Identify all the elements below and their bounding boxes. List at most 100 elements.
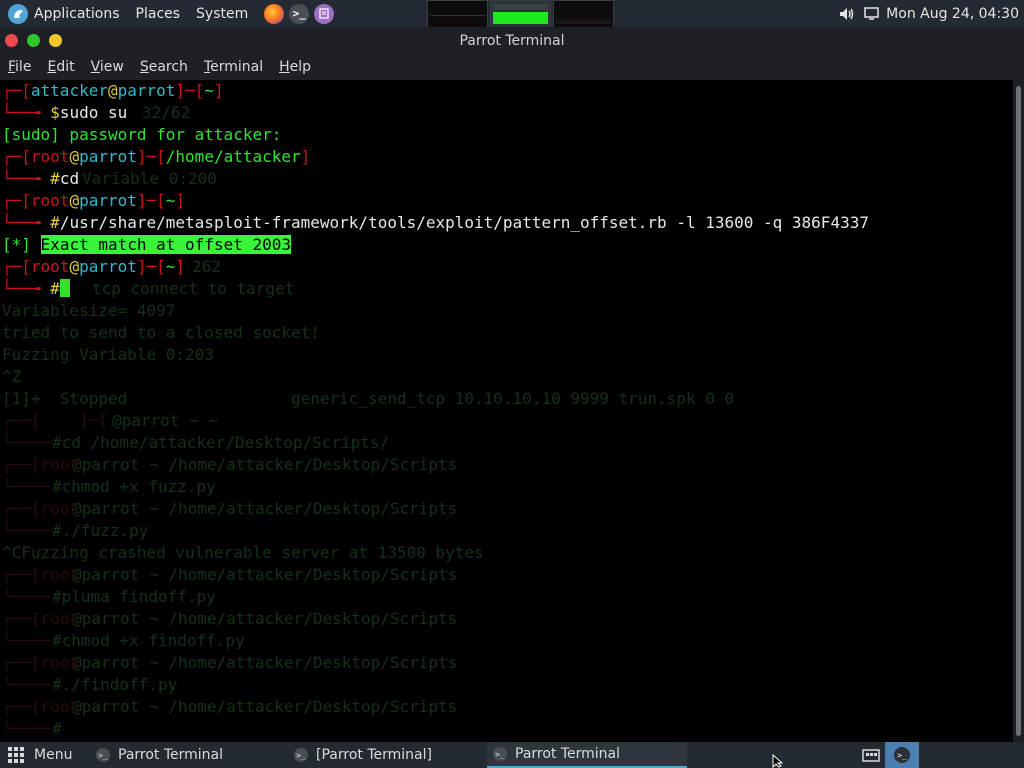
ghost-frame: └──── [2, 631, 51, 650]
terminal-icon: >_ [493, 747, 507, 761]
terminal-icon: >_ [294, 748, 308, 762]
ghost-line: @parrot ~ /home/attacker/Desktop/Scripts [72, 609, 458, 628]
menu-help[interactable]: Help [271, 59, 319, 75]
ghost-line: Variablesize= 4097 [2, 301, 176, 320]
menu-label: Menu [34, 747, 73, 763]
ghost-line: [1]+ Stopped generic_send_tcp 10.10.10.1… [2, 389, 735, 408]
ghost-frame: ┌──[root [2, 653, 80, 672]
bottom-panel: Menu >_ Parrot Terminal >_ [Parrot Termi… [0, 742, 1024, 768]
ghost-line: tcp connect to target [92, 279, 295, 298]
prompt-host: parrot [79, 147, 137, 166]
ghost-line: @parrot ~ /home/attacker/Desktop/Scripts [72, 455, 458, 474]
display-icon[interactable] [862, 5, 880, 23]
ghost-frame: └──── [2, 719, 51, 738]
ghost-line: #chmod +x findoff.py [52, 631, 245, 650]
ghost-frame: └──── [2, 587, 51, 606]
prompt-symbol: $ [50, 103, 60, 122]
workspace-1[interactable] [427, 0, 488, 28]
workspace-2[interactable] [490, 0, 551, 28]
applications-menu[interactable]: Applications [0, 0, 136, 27]
clock[interactable]: Mon Aug 24, 04:30 [886, 6, 1019, 22]
terminal-icon: >_ [96, 748, 110, 762]
prompt-symbol: # [50, 279, 60, 298]
ghost-line: #./findoff.py [52, 675, 178, 694]
ghost-frame: └──── [2, 433, 51, 452]
menu-view[interactable]: View [83, 59, 132, 75]
ghost-frame: ┌──[root [2, 499, 80, 518]
ghost-line: @parrot ~ ~ [112, 411, 218, 430]
command-text: sudo su [59, 103, 128, 122]
menu-bar: File Edit View Search Terminal Help [0, 54, 1024, 80]
ghost-frame: ┌──[root [2, 565, 80, 584]
prompt-line: ┌─[root@parrot]─[~] [2, 257, 186, 276]
taskbar-item[interactable]: >_ Parrot Terminal [94, 742, 286, 768]
prompt-symbol: # [50, 213, 60, 232]
ghost-line: tried to send to a closed socket! [2, 323, 320, 342]
ghost-line: #pluma findoff.py [52, 587, 216, 606]
ghost-frame: └──── [2, 521, 51, 540]
text-editor-icon[interactable] [314, 3, 335, 24]
ghost-line: #./fuzz.py [52, 521, 149, 540]
taskbar-item[interactable]: >_ [Parrot Terminal] [292, 742, 484, 768]
ghost-line: 32/62 [142, 103, 191, 122]
volume-icon[interactable] [838, 5, 856, 23]
ghost-line: Fuzzing Variable 0:203 [2, 345, 214, 364]
prompt-path: /home/attacker [165, 147, 301, 166]
applications-label: Applications [34, 5, 120, 22]
command-text: /usr/share/metasploit-framework/tools/ex… [59, 213, 869, 232]
scrollbar-thumb[interactable] [1016, 86, 1021, 736]
workspace-3[interactable] [553, 0, 614, 28]
taskbar-item-active[interactable]: >_ Parrot Terminal [487, 742, 687, 768]
ghost-frame: ┌──[root [2, 609, 80, 628]
ghost-line: @parrot ~ /home/attacker/Desktop/Scripts [72, 653, 458, 672]
menu-terminal[interactable]: Terminal [196, 59, 271, 75]
main-menu-button[interactable]: Menu [8, 742, 72, 768]
menu-search[interactable]: Search [132, 59, 196, 75]
workspace-switcher [427, 0, 614, 28]
prompt-user: attacker [30, 81, 108, 100]
prompt-path: ~ [165, 191, 176, 210]
menu-file[interactable]: File [0, 59, 39, 75]
top-panel: Applications Places System >_ Mon Aug 24… [0, 0, 1024, 28]
terminal-tray-icon[interactable]: >_ [885, 742, 919, 768]
window-title: Parrot Terminal [459, 33, 565, 49]
command-text: cd [59, 169, 80, 188]
command-line: └──╼ #cd [2, 169, 80, 188]
prompt-symbol: # [50, 169, 60, 188]
prompt-user: root [30, 191, 70, 210]
window-titlebar[interactable]: Parrot Terminal [0, 27, 1024, 54]
ghost-frame: ┌──[ ]─[ [2, 411, 108, 430]
prompt-line: ┌─[attacker@parrot]─[~] [2, 81, 224, 100]
network-icon[interactable] [862, 746, 880, 764]
ghost-line: @parrot ~ /home/attacker/Desktop/Scripts [72, 499, 458, 518]
places-menu[interactable]: Places [136, 0, 181, 27]
terminal-icon[interactable]: >_ [289, 3, 310, 24]
ghost-line: @parrot ~ /home/attacker/Desktop/Scripts [72, 697, 458, 716]
prompt-host: parrot [79, 191, 137, 210]
ghost-frame: ┌──[root [2, 697, 80, 716]
ghost-frame: ┌──[root [2, 455, 80, 474]
terminal-output[interactable]: 32/62 Variable 0:200 262 tcp connect to … [0, 80, 1013, 742]
system-menu[interactable]: System [196, 0, 248, 27]
menu-edit[interactable]: Edit [39, 59, 82, 75]
prompt-path: ~ [165, 257, 176, 276]
taskbar-item-label: Parrot Terminal [118, 747, 224, 763]
ghost-line: @parrot ~ /home/attacker/Desktop/Scripts [72, 565, 458, 584]
taskbar-item-label: Parrot Terminal [515, 746, 621, 762]
app-grid-icon [8, 747, 24, 763]
terminal-scrollbar[interactable] [1013, 80, 1024, 742]
firefox-icon[interactable] [264, 3, 285, 24]
text-cursor [59, 279, 70, 297]
sudo-prompt: [sudo] password for attacker: [2, 125, 282, 144]
prompt-host: parrot [79, 257, 137, 276]
command-line: └──╼ $sudo su [2, 103, 128, 122]
ghost-frame: └──── [2, 477, 51, 496]
prompt-user: root [30, 147, 70, 166]
ghost-line: #chmod +x fuzz.py [52, 477, 216, 496]
result-tag: [*] [2, 235, 31, 254]
ghost-line: ^Z [2, 367, 22, 386]
result-highlight: Exact match at offset 2003 [40, 235, 291, 254]
ghost-line: ^CFuzzing crashed vulnerable server at 1… [2, 543, 484, 562]
ghost-line: 262 [192, 257, 221, 276]
command-line: └──╼ # [2, 278, 70, 300]
